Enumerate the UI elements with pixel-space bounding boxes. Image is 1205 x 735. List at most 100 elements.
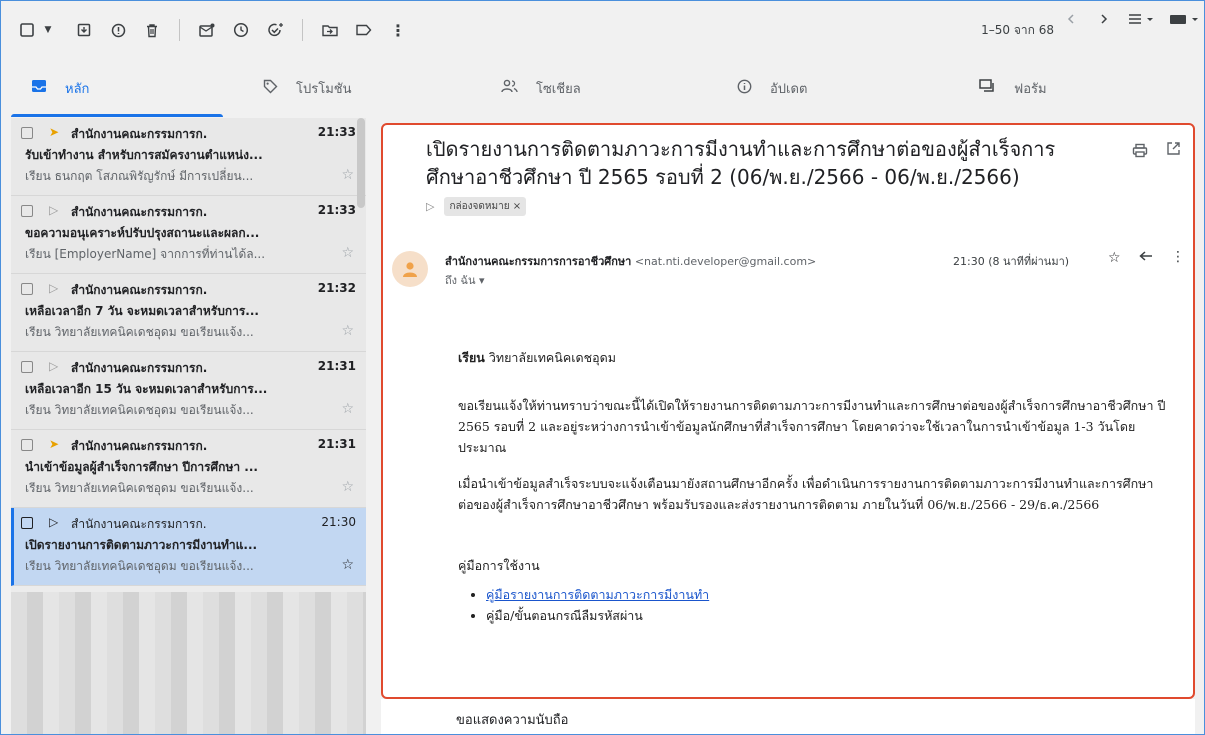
row-snippet: เรียน วิทยาลัยเทคนิคเดชอุดม ขอเรียนแจ้ง.… [25, 559, 254, 573]
row-snippet: เรียน วิทยาลัยเทคนิคเดชอุดม ขอเรียนแจ้ง.… [25, 481, 254, 495]
tab-social[interactable]: โซเชียล [501, 59, 581, 117]
row-checkbox[interactable] [21, 517, 33, 529]
split-pane-toggle-icon[interactable] [1128, 13, 1158, 25]
prev-page-icon[interactable] [1066, 13, 1076, 25]
label-row: ▷ กล่องจดหมาย × [426, 197, 527, 216]
row-checkbox[interactable] [21, 283, 33, 295]
gmail-window: ▼ ⋮ 1–50 จาก 68 หลัก โปรโมชัน โซเชียล อั… [0, 0, 1205, 735]
inbox-icon [31, 79, 47, 97]
tab-primary[interactable]: หลัก [1, 59, 223, 117]
people-icon [501, 79, 518, 97]
report-spam-icon[interactable] [101, 13, 135, 47]
label-icon[interactable] [347, 13, 381, 47]
star-icon[interactable]: ☆ [1108, 250, 1121, 266]
mail-row-selected[interactable]: ▷ สำนักงานคณะกรรมการก. 21:30 เปิดรายงานก… [11, 508, 366, 586]
message-body: เรียน วิทยาลัยเทคนิคเดชอุดม ขอเรียนแจ้งใ… [458, 347, 1168, 626]
row-subject: เหลือเวลาอีก 7 วัน จะหมดเวลาสำหรับการ... [25, 304, 259, 318]
row-snippet: เรียน ธนกฤต โสภณพิรัญรักษ์ มีการเปลี่ยน.… [25, 169, 254, 183]
manual-link[interactable]: คู่มือรายงานการติดตามภาวะการมีงานทำ [486, 587, 709, 602]
row-time: 21:31 [317, 437, 356, 451]
manual-list: คู่มือรายงานการติดตามภาวะการมีงานทำ คู่ม… [486, 584, 1168, 626]
message-subject: เปิดรายงานการติดตามภาวะการมีงานทำและการศ… [426, 137, 1056, 189]
next-page-icon[interactable] [1099, 13, 1109, 25]
tab-label: หลัก [65, 81, 90, 97]
mail-row[interactable]: ➤ สำนักงานคณะกรรมการก. 21:31 นำเข้าข้อมู… [11, 430, 366, 508]
toolbar: ▼ ⋮ 1–50 จาก 68 [1, 1, 1204, 59]
closing-text: ขอแสดงความนับถือ [456, 713, 569, 728]
mail-row[interactable]: ▷ สำนักงานคณะกรรมการก. 21:33 ขอความอนุเค… [11, 196, 366, 274]
message-body-continued: ขอแสดงความนับถือ [381, 699, 1195, 734]
manual-list-item: คู่มือ/ขั้นตอนกรณีลืมรหัสผ่าน [486, 605, 1168, 626]
row-subject: นำเข้าข้อมูลผู้สำเร็จการศึกษา ปีการศึกษา… [25, 460, 258, 474]
row-sender: สำนักงานคณะกรรมการก. [71, 127, 208, 141]
tab-label: อัปเดต [770, 81, 808, 97]
toolbar-divider [302, 19, 303, 41]
star-icon[interactable]: ☆ [341, 323, 354, 339]
mail-row[interactable]: ▷ สำนักงานคณะกรรมการก. 21:31 เหลือเวลาอี… [11, 352, 366, 430]
sender-name: สำนักงานคณะกรรมการการอาชีวศึกษา [445, 255, 632, 268]
important-marker-icon[interactable]: ▷ [49, 281, 58, 295]
list-scrollbar[interactable] [357, 118, 365, 208]
more-vert-icon[interactable]: ⋮ [1171, 249, 1185, 265]
row-subject: ขอความอนุเคราะห์ปรับปรุงสถานะและผลก... [25, 226, 260, 240]
row-sender: สำนักงานคณะกรรมการก. [71, 517, 207, 531]
print-icon[interactable] [1132, 143, 1148, 162]
blurred-content [11, 592, 366, 734]
delete-icon[interactable] [135, 13, 169, 47]
mail-list: ➤ สำนักงานคณะกรรมการก. 21:33 รับเข้าทำงา… [11, 118, 366, 734]
open-new-window-icon[interactable] [1166, 141, 1181, 160]
manual-list-item: คู่มือรายงานการติดตามภาวะการมีงานทำ [486, 584, 1168, 605]
paragraph-2: เมื่อนำเข้าข้อมูลสำเร็จระบบจะแจ้งเตือนมา… [458, 476, 1154, 512]
move-to-icon[interactable] [313, 13, 347, 47]
select-dropdown-icon[interactable]: ▼ [39, 13, 57, 47]
inbox-label-chip[interactable]: กล่องจดหมาย × [444, 197, 527, 216]
tab-forums[interactable]: ฟอรัม [979, 59, 1047, 117]
star-icon[interactable]: ☆ [341, 167, 354, 183]
more-vert-icon[interactable]: ⋮ [381, 13, 415, 47]
row-checkbox[interactable] [21, 127, 33, 139]
row-checkbox[interactable] [21, 205, 33, 217]
row-sender: สำนักงานคณะกรรมการก. [71, 283, 208, 297]
row-sender: สำนักงานคณะกรรมการก. [71, 361, 208, 375]
row-snippet: เรียน [EmployerName] จากการที่ท่านได้ล..… [25, 247, 266, 261]
tab-updates[interactable]: อัปเดต [737, 59, 807, 117]
important-outline-icon[interactable]: ▷ [426, 200, 434, 213]
message-time: 21:30 (8 นาทีที่ผ่านมา) [953, 255, 1070, 268]
star-icon[interactable]: ☆ [341, 401, 354, 417]
mark-unread-icon[interactable] [190, 13, 224, 47]
recipient-toggle[interactable]: ถึง ฉัน ▾ [445, 271, 485, 289]
star-icon[interactable]: ☆ [341, 479, 354, 495]
input-tools-icon[interactable] [1169, 13, 1201, 25]
avatar [392, 251, 428, 287]
row-time: 21:33 [317, 125, 356, 139]
tab-label: ฟอรัม [1014, 81, 1047, 97]
tab-promotions[interactable]: โปรโมชัน [263, 59, 351, 117]
reply-icon[interactable] [1139, 250, 1153, 266]
toolbar-divider [179, 19, 180, 41]
greeting-bold: เรียน [458, 350, 485, 365]
row-checkbox[interactable] [21, 439, 33, 451]
snooze-icon[interactable] [224, 13, 258, 47]
info-icon [737, 79, 752, 98]
select-checkbox-icon[interactable] [15, 13, 39, 47]
mail-row[interactable]: ▷ สำนักงานคณะกรรมการก. 21:32 เหลือเวลาอี… [11, 274, 366, 352]
row-time: 21:30 [321, 515, 356, 529]
category-tabs: หลัก โปรโมชัน โซเชียล อัปเดต ฟอรัม [1, 59, 1204, 117]
important-marker-icon[interactable]: ▷ [49, 203, 58, 217]
greeting: เรียน วิทยาลัยเทคนิคเดชอุดม [458, 347, 1168, 368]
important-marker-icon[interactable]: ▷ [49, 359, 58, 373]
row-time: 21:33 [317, 203, 356, 217]
star-icon[interactable]: ☆ [341, 245, 354, 261]
archive-icon[interactable] [67, 13, 101, 47]
add-task-icon[interactable] [258, 13, 292, 47]
reading-pane: เปิดรายงานการติดตามภาวะการมีงานทำและการศ… [381, 123, 1195, 699]
important-marker-icon[interactable]: ➤ [49, 437, 59, 451]
important-marker-icon[interactable]: ▷ [49, 515, 58, 529]
important-marker-icon[interactable]: ➤ [49, 125, 59, 139]
row-checkbox[interactable] [21, 361, 33, 373]
forum-icon [979, 79, 996, 97]
tab-label: โซเชียล [536, 81, 581, 97]
star-icon[interactable]: ☆ [341, 557, 354, 573]
mail-row[interactable]: ➤ สำนักงานคณะกรรมการก. 21:33 รับเข้าทำงา… [11, 118, 366, 196]
greeting-text: วิทยาลัยเทคนิคเดชอุดม [484, 350, 616, 365]
